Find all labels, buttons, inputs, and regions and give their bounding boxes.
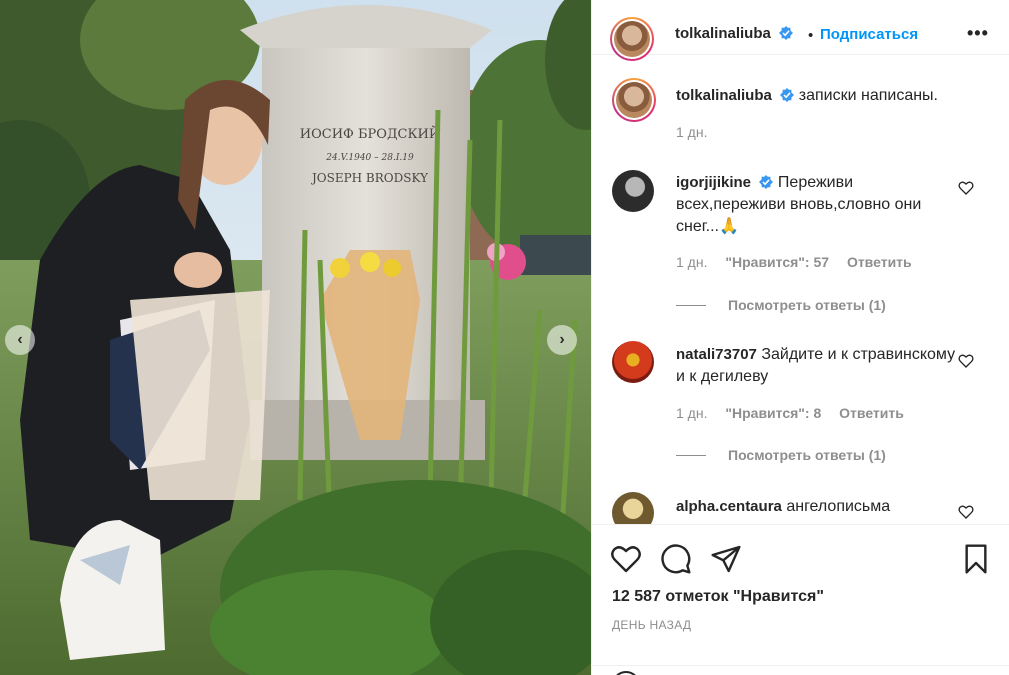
likes-count[interactable]: 12 587 отметок "Нравится" — [612, 588, 824, 606]
comment-text: ангелописьма — [786, 498, 891, 515]
view-replies-button[interactable]: Посмотреть ответы (1) — [676, 447, 886, 463]
comment-time[interactable]: 1 дн. — [676, 254, 707, 270]
comment-body: natali73707 Зайдите и к стравинскому и к… — [676, 344, 956, 388]
divider-line — [676, 304, 706, 306]
comment-body: alpha.centaura ангелописьма — [676, 496, 956, 518]
heart-icon[interactable] — [610, 543, 642, 575]
comment-time[interactable]: 1 дн. — [676, 405, 707, 421]
divider-line — [676, 454, 706, 456]
caption-author-avatar[interactable] — [612, 78, 656, 122]
caption-time[interactable]: 1 дн. — [676, 124, 707, 140]
verified-badge-icon — [780, 88, 795, 102]
comment-meta: 1 дн. "Нравится": 8 Ответить — [676, 405, 918, 421]
post-header: tolkalinaliuba • Подписаться ••• — [592, 0, 1009, 61]
previous-photo-button[interactable]: ‹ — [5, 325, 35, 355]
caption-username[interactable]: tolkalinaliuba — [676, 87, 772, 104]
commenter-avatar[interactable] — [612, 492, 654, 524]
reply-button[interactable]: Ответить — [847, 254, 912, 270]
comment-username[interactable]: alpha.centaura — [676, 498, 782, 515]
comment-likes[interactable]: "Нравится": 57 — [725, 254, 829, 270]
author-name-row: tolkalinaliuba — [675, 25, 794, 43]
post-side-panel: tolkalinaliuba • Подписаться ••• tolkali… — [591, 0, 1009, 675]
add-comment-bar — [592, 665, 1009, 675]
bookmark-icon[interactable] — [960, 543, 992, 575]
comment-username[interactable]: natali73707 — [676, 346, 757, 363]
verified-badge-icon — [759, 175, 774, 189]
post-photo: ИОСИФ БРОДСКИЙ 24.V.1940 – 28.I.19 JOSEP… — [0, 0, 591, 675]
reply-button[interactable]: Ответить — [839, 405, 904, 421]
author-avatar[interactable] — [610, 17, 654, 61]
post-actions: 12 587 отметок "Нравится" ДЕНЬ НАЗАД — [592, 524, 1009, 675]
paper-plane-icon[interactable] — [710, 543, 742, 575]
comment-body: igorjijikine Переживи всех,переживи внов… — [676, 172, 956, 238]
author-username[interactable]: tolkalinaliuba — [675, 25, 771, 42]
comment-username[interactable]: igorjijikine — [676, 174, 751, 191]
follow-button[interactable]: Подписаться — [820, 26, 918, 43]
view-replies-label: Посмотреть ответы (1) — [728, 297, 886, 313]
commenter-avatar[interactable] — [612, 341, 654, 383]
tombstone-name-en: JOSEPH BRODSKY — [310, 171, 429, 185]
avatar — [616, 82, 652, 118]
separator-dot: • — [808, 27, 814, 44]
tombstone-dates: 24.V.1940 – 28.I.19 — [325, 153, 414, 163]
commenter-avatar[interactable] — [612, 170, 654, 212]
caption-text: записки написаны. — [798, 87, 938, 104]
chevron-left-icon: ‹ — [17, 331, 23, 348]
view-replies-button[interactable]: Посмотреть ответы (1) — [676, 297, 886, 313]
like-comment-heart-icon[interactable] — [958, 353, 974, 369]
chevron-right-icon: › — [559, 331, 565, 348]
like-comment-heart-icon[interactable] — [958, 504, 974, 520]
instagram-post-view: ИОСИФ БРОДСКИЙ 24.V.1940 – 28.I.19 JOSEP… — [0, 0, 1009, 675]
comment-meta: 1 дн. "Нравится": 57 Ответить — [676, 254, 926, 270]
post-date[interactable]: ДЕНЬ НАЗАД — [612, 618, 691, 632]
more-options-button[interactable]: ••• — [967, 23, 989, 44]
cemetery-photo: ИОСИФ БРОДСКИЙ 24.V.1940 – 28.I.19 JOSEP… — [0, 0, 591, 675]
caption-body: tolkalinaliuba записки написаны. — [676, 85, 976, 107]
tombstone-name-ru: ИОСИФ БРОДСКИЙ — [300, 125, 440, 142]
like-comment-heart-icon[interactable] — [958, 180, 974, 196]
comment-icon[interactable] — [660, 543, 692, 575]
comments-list: tolkalinaliuba записки написаны. 1 дн. i… — [592, 56, 1009, 524]
caption-meta: 1 дн. — [676, 124, 721, 140]
verified-badge-icon — [779, 26, 794, 40]
view-replies-label: Посмотреть ответы (1) — [728, 447, 886, 463]
emoji-icon[interactable] — [612, 671, 640, 675]
avatar — [614, 21, 650, 57]
next-photo-button[interactable]: › — [547, 325, 577, 355]
comment-likes[interactable]: "Нравится": 8 — [725, 405, 821, 421]
